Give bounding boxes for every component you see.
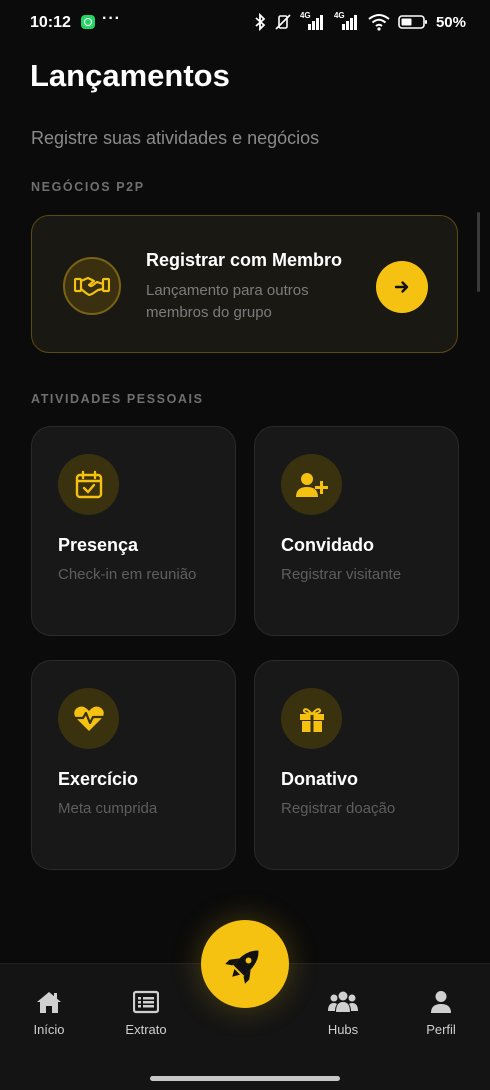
nav-extrato[interactable]: Extrato bbox=[111, 990, 181, 1037]
arrow-right-icon bbox=[394, 281, 409, 293]
nav-perfil[interactable]: Perfil bbox=[406, 990, 476, 1037]
donativo-card[interactable]: Donativo Registrar doação bbox=[254, 660, 459, 870]
nav-inicio-label: Início bbox=[33, 1022, 65, 1037]
list-icon bbox=[133, 990, 159, 1014]
scrollbar[interactable] bbox=[477, 212, 480, 292]
exercicio-description: Meta cumprida bbox=[58, 800, 158, 817]
convidado-card[interactable]: Convidado Registrar visitante bbox=[254, 426, 459, 636]
exercicio-card[interactable]: Exercício Meta cumprida bbox=[31, 660, 236, 870]
status-bar: 10:12 ··· 4G 4G 50% bbox=[0, 0, 490, 46]
battery-icon bbox=[398, 15, 427, 29]
calendar-check-icon bbox=[58, 454, 119, 515]
signal-2-icon: 4G bbox=[334, 11, 360, 31]
nav-hubs[interactable]: Hubs bbox=[308, 990, 378, 1037]
p2p-card-title: Registrar com Membro bbox=[146, 250, 343, 270]
donativo-description: Registrar doação bbox=[281, 800, 396, 817]
nav-extrato-label: Extrato bbox=[125, 1022, 167, 1037]
whatsapp-icon bbox=[81, 15, 95, 29]
section-label-pessoais: ATIVIDADES PESSOAIS bbox=[31, 392, 204, 406]
presenca-title: Presença bbox=[58, 535, 139, 555]
home-indicator[interactable] bbox=[150, 1076, 340, 1081]
rocket-icon bbox=[225, 950, 259, 984]
arrow-right-button[interactable] bbox=[376, 261, 428, 313]
status-icons: 4G 4G 50% bbox=[254, 11, 466, 31]
vibrate-off-icon bbox=[275, 14, 291, 30]
users-icon bbox=[328, 991, 358, 1012]
status-time: 10:12 bbox=[30, 14, 71, 31]
handshake-icon bbox=[63, 257, 121, 315]
more-notifications-icon: ··· bbox=[102, 10, 121, 27]
user-plus-icon bbox=[281, 454, 342, 515]
donativo-title: Donativo bbox=[281, 769, 359, 789]
nav-perfil-label: Perfil bbox=[426, 1022, 456, 1037]
presenca-description: Check-in em reunião bbox=[58, 566, 197, 583]
nav-hubs-label: Hubs bbox=[327, 1022, 359, 1037]
section-label-p2p: NEGÓCIOS P2P bbox=[31, 180, 145, 194]
bluetooth-icon bbox=[255, 13, 266, 31]
user-icon bbox=[431, 991, 451, 1013]
gift-icon bbox=[281, 688, 342, 749]
page-subtitle: Registre suas atividades e negócios bbox=[31, 128, 320, 148]
page-title: Lançamentos bbox=[30, 58, 230, 93]
wifi-icon bbox=[368, 14, 390, 31]
home-icon bbox=[37, 992, 61, 1013]
heart-pulse-icon bbox=[58, 688, 119, 749]
register-with-member-card[interactable]: Registrar com Membro Lançamento para out… bbox=[31, 215, 458, 353]
p2p-card-description: Lançamento para outros membros do grupo bbox=[146, 282, 309, 321]
convidado-title: Convidado bbox=[281, 535, 374, 555]
signal-1-icon: 4G bbox=[300, 11, 326, 31]
nav-inicio[interactable]: Início bbox=[14, 990, 84, 1037]
exercicio-title: Exercício bbox=[58, 769, 139, 789]
presenca-card[interactable]: Presença Check-in em reunião bbox=[31, 426, 236, 636]
battery-percent: 50% bbox=[435, 13, 466, 31]
launch-fab-button[interactable] bbox=[201, 920, 289, 1008]
convidado-description: Registrar visitante bbox=[281, 566, 402, 583]
